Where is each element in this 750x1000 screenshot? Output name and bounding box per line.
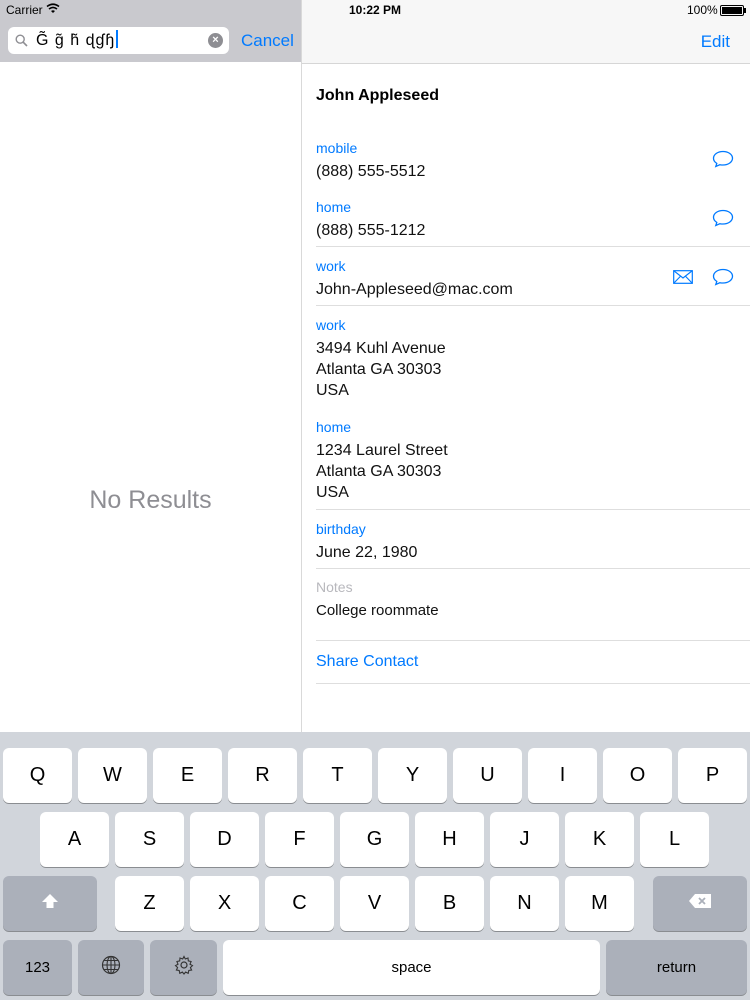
key-o[interactable]: O: [603, 748, 672, 803]
address-line: USA: [316, 382, 349, 399]
key-p[interactable]: P: [678, 748, 747, 803]
phone-field-mobile[interactable]: mobile (888) 555-5512: [316, 139, 750, 182]
field-label: work: [316, 317, 346, 333]
battery-icon: [720, 5, 746, 16]
key-e[interactable]: E: [153, 748, 222, 803]
key-s[interactable]: S: [115, 812, 184, 867]
divider: [316, 246, 750, 247]
key-d[interactable]: D: [190, 812, 259, 867]
share-contact-button[interactable]: Share Contact: [316, 653, 418, 671]
key-z[interactable]: Z: [115, 876, 184, 931]
field-label: home: [316, 199, 352, 215]
shift-icon: [41, 892, 59, 915]
key-r[interactable]: R: [228, 748, 297, 803]
edit-button[interactable]: Edit: [701, 32, 730, 52]
search-icon: [15, 34, 28, 47]
key-k[interactable]: K: [565, 812, 634, 867]
key-u[interactable]: U: [453, 748, 522, 803]
notes-label: Notes: [316, 579, 353, 595]
shift-key[interactable]: [3, 876, 97, 931]
field-value: (888) 555-5512: [316, 163, 426, 180]
notes-value[interactable]: College roommate: [316, 602, 439, 619]
settings-key[interactable]: [150, 940, 217, 995]
numbers-key[interactable]: 123: [3, 940, 72, 995]
key-m[interactable]: M: [565, 876, 634, 931]
divider: [316, 640, 750, 641]
key-i[interactable]: I: [528, 748, 597, 803]
message-icon[interactable]: [712, 268, 734, 286]
field-value: June 22, 1980: [316, 544, 418, 561]
contact-detail-pane: Edit John Appleseed mobile (888) 555-551…: [302, 0, 750, 732]
field-label: birthday: [316, 521, 366, 537]
address-line: USA: [316, 484, 349, 501]
key-f[interactable]: F: [265, 812, 334, 867]
divider: [316, 509, 750, 510]
key-c[interactable]: C: [265, 876, 334, 931]
search-input[interactable]: G̃ g̃ h̃ ɖɠɧ ×: [8, 27, 229, 54]
key-j[interactable]: J: [490, 812, 559, 867]
gear-icon: [174, 954, 194, 981]
key-y[interactable]: Y: [378, 748, 447, 803]
battery-percent: 100%: [687, 3, 718, 17]
key-g[interactable]: G: [340, 812, 409, 867]
search-query: G̃ g̃ h̃ ɖɠɧ: [36, 32, 116, 49]
key-v[interactable]: V: [340, 876, 409, 931]
address-line: Atlanta GA 30303: [316, 463, 442, 480]
field-value: (888) 555-1212: [316, 222, 426, 239]
address-line: 3494 Kuhl Avenue: [316, 340, 446, 357]
divider: [316, 568, 750, 569]
contact-name: John Appleseed: [316, 87, 439, 104]
status-bar: Carrier 10:22 PM 100%: [0, 0, 750, 20]
cancel-button[interactable]: Cancel: [241, 31, 294, 51]
search-results-pane: G̃ g̃ h̃ ɖɠɧ × Cancel No Results: [0, 0, 302, 732]
key-t[interactable]: T: [303, 748, 372, 803]
address-field-home[interactable]: home 1234 Laurel Street Atlanta GA 30303…: [316, 418, 750, 503]
divider: [316, 305, 750, 306]
no-results-message: No Results: [89, 486, 212, 514]
return-key[interactable]: return: [606, 940, 747, 995]
key-n[interactable]: N: [490, 876, 559, 931]
globe-icon: [101, 955, 121, 981]
key-h[interactable]: H: [415, 812, 484, 867]
key-l[interactable]: L: [640, 812, 709, 867]
mail-icon[interactable]: [673, 270, 693, 284]
clear-icon[interactable]: ×: [208, 33, 223, 48]
address-line: Atlanta GA 30303: [316, 361, 442, 378]
space-key[interactable]: space: [223, 940, 600, 995]
keyboard: Q W E R T Y U I O P A S D F G H J K L Z …: [0, 732, 750, 1000]
phone-field-home[interactable]: home (888) 555-1212: [316, 198, 750, 241]
birthday-field: birthday June 22, 1980: [316, 520, 750, 563]
backspace-icon: [688, 892, 712, 915]
address-line: 1234 Laurel Street: [316, 442, 448, 459]
message-icon[interactable]: [712, 209, 734, 227]
globe-key[interactable]: [78, 940, 144, 995]
key-a[interactable]: A: [40, 812, 109, 867]
delete-key[interactable]: [653, 876, 747, 931]
key-w[interactable]: W: [78, 748, 147, 803]
message-icon[interactable]: [712, 150, 734, 168]
field-label: mobile: [316, 140, 358, 156]
key-q[interactable]: Q: [3, 748, 72, 803]
divider: [316, 683, 750, 684]
address-field-work[interactable]: work 3494 Kuhl Avenue Atlanta GA 30303 U…: [316, 316, 750, 401]
key-x[interactable]: X: [190, 876, 259, 931]
text-caret: [116, 30, 119, 48]
field-label: home: [316, 419, 352, 435]
key-b[interactable]: B: [415, 876, 484, 931]
clock: 10:22 PM: [348, 3, 402, 17]
